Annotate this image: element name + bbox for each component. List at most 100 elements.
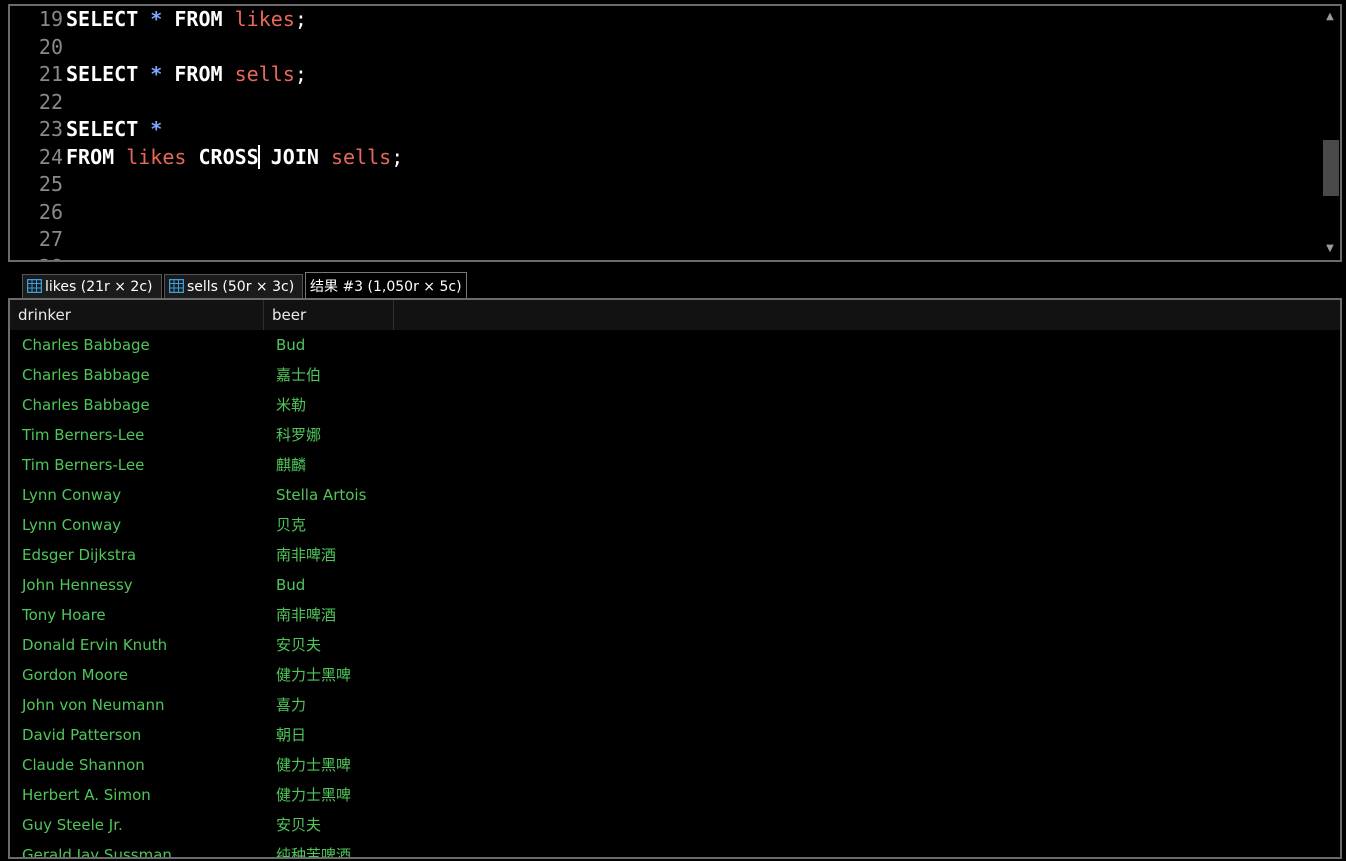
table-row[interactable]: Charles Babbage 嘉士伯 [10, 360, 1340, 390]
cell-beer[interactable]: 纯种苦啤酒 [276, 840, 351, 857]
code-line[interactable]: 19 SELECT * FROM likes; [10, 6, 307, 33]
cell-drinker[interactable]: Lynn Conway [22, 510, 121, 540]
table-row[interactable]: John von Neumann 喜力 [10, 690, 1340, 720]
table-row[interactable]: Donald Ervin Knuth 安贝夫 [10, 630, 1340, 660]
code-token: ; [391, 144, 404, 169]
cell-beer[interactable]: Stella Artois [276, 480, 366, 510]
cell-drinker[interactable]: Charles Babbage [22, 330, 150, 360]
result-tab-label: likes (21r × 2c) [45, 279, 153, 295]
code-line[interactable]: 26 [10, 199, 66, 226]
table-row[interactable]: Tim Berners-Lee 科罗娜 [10, 420, 1340, 450]
line-number: 19 [38, 7, 63, 31]
code-token: FROM [174, 62, 223, 86]
cell-beer[interactable]: 喜力 [276, 690, 306, 720]
table-row[interactable]: Charles Babbage 米勒 [10, 390, 1340, 420]
table-grid-icon [27, 279, 42, 293]
table-row[interactable]: Edsger Dijkstra 南非啤酒 [10, 540, 1340, 570]
scrollbar-thumb[interactable] [1323, 140, 1339, 196]
code-line[interactable]: 27 [10, 226, 66, 253]
cell-beer[interactable]: 健力士黑啤 [276, 750, 351, 780]
column-header-drinker[interactable]: drinker [10, 300, 264, 330]
cell-beer[interactable]: 健力士黑啤 [276, 780, 351, 810]
cell-beer[interactable]: 麒麟 [276, 450, 306, 480]
code-text[interactable]: SELECT * [66, 116, 162, 143]
line-number: 26 [38, 199, 63, 224]
table-row[interactable]: Gerald Jay Sussman 纯种苦啤酒 [10, 840, 1340, 857]
code-token: SELECT [66, 7, 139, 31]
cell-beer[interactable]: Bud [276, 570, 305, 600]
code-token: sells [234, 62, 295, 86]
cell-drinker[interactable]: Guy Steele Jr. [22, 810, 123, 840]
cell-beer[interactable]: 嘉士伯 [276, 360, 321, 390]
table-row[interactable]: David Patterson 朝日 [10, 720, 1340, 750]
cell-drinker[interactable]: Tony Hoare [22, 600, 106, 630]
cell-drinker[interactable]: John von Neumann [22, 690, 165, 720]
code-text[interactable]: FROM likes CROSS JOIN sells; [66, 144, 403, 171]
cell-beer[interactable]: Bud [276, 330, 305, 360]
scroll-down-icon[interactable]: ▼ [1320, 238, 1340, 260]
scroll-up-icon[interactable]: ▲ [1320, 6, 1340, 28]
code-line[interactable]: 24 FROM likes CROSS JOIN sells; [10, 144, 403, 171]
table-row[interactable]: Tim Berners-Lee 麒麟 [10, 450, 1340, 480]
cell-drinker[interactable]: Charles Babbage [22, 390, 150, 420]
cell-drinker[interactable]: John Hennessy [22, 570, 133, 600]
cell-drinker[interactable]: Herbert A. Simon [22, 780, 151, 810]
line-number: 20 [38, 34, 63, 59]
cell-beer[interactable]: 贝克 [276, 510, 306, 540]
cell-beer[interactable]: 南非啤酒 [276, 540, 336, 570]
results-grid[interactable]: drinker beer Charles Babbage Bud Charles B… [8, 298, 1342, 859]
cell-beer[interactable]: 安贝夫 [276, 630, 321, 660]
code-line[interactable]: 25 [10, 171, 66, 198]
table-row[interactable]: Guy Steele Jr. 安贝夫 [10, 810, 1340, 840]
table-row[interactable]: Tony Hoare 南非啤酒 [10, 600, 1340, 630]
cell-drinker[interactable]: Gordon Moore [22, 660, 128, 690]
cell-drinker[interactable]: Donald Ervin Knuth [22, 630, 167, 660]
cell-drinker[interactable]: Edsger Dijkstra [22, 540, 136, 570]
table-row[interactable]: Claude Shannon 健力士黑啤 [10, 750, 1340, 780]
cell-beer[interactable]: 安贝夫 [276, 810, 321, 840]
result-tab-label: sells (50r × 3c) [187, 279, 295, 295]
column-header-beer[interactable]: beer [264, 300, 394, 330]
code-text[interactable]: SELECT * FROM likes; [66, 6, 307, 33]
code-text[interactable]: SELECT * FROM sells; [66, 61, 307, 88]
table-row[interactable]: Charles Babbage Bud [10, 330, 1340, 360]
sql-editor[interactable]: 19 SELECT * FROM likes; 20 21 SELECT * FROM … [8, 4, 1342, 262]
result-tab[interactable]: 结果 #3 (1,050r × 5c) [305, 272, 467, 300]
code-line[interactable]: 21 SELECT * FROM sells; [10, 61, 307, 88]
code-line[interactable]: 22 [10, 89, 66, 116]
grid-rows: Charles Babbage Bud Charles Babbage 嘉士伯 Char… [10, 330, 1340, 857]
code-token: likes [126, 144, 187, 169]
editor-scrollbar[interactable]: ▲ ▼ [1320, 6, 1340, 260]
result-tab[interactable]: sells (50r × 3c) [164, 274, 303, 298]
table-row[interactable]: Lynn Conway 贝克 [10, 510, 1340, 540]
cell-beer[interactable]: 米勒 [276, 390, 306, 420]
cell-drinker[interactable]: Tim Berners-Lee [22, 450, 144, 480]
code-line[interactable]: 20 [10, 34, 66, 61]
cell-beer[interactable]: 朝日 [276, 720, 306, 750]
code-area[interactable]: 19 SELECT * FROM likes; 20 21 SELECT * FROM … [10, 6, 1318, 260]
cell-drinker[interactable]: Claude Shannon [22, 750, 145, 780]
table-row[interactable]: Herbert A. Simon 健力士黑啤 [10, 780, 1340, 810]
cell-beer[interactable]: 健力士黑啤 [276, 660, 351, 690]
cell-drinker[interactable]: Lynn Conway [22, 480, 121, 510]
table-row[interactable]: John Hennessy Bud [10, 570, 1340, 600]
code-line[interactable]: 23 SELECT * [10, 116, 162, 143]
cell-beer[interactable]: 南非啤酒 [276, 600, 336, 630]
code-line[interactable]: 28 [10, 254, 66, 261]
cell-beer[interactable]: 科罗娜 [276, 420, 321, 450]
line-number: 28 [10, 254, 63, 261]
table-row[interactable]: Lynn Conway Stella Artois [10, 480, 1340, 510]
table-row[interactable]: Gordon Moore 健力士黑啤 [10, 660, 1340, 690]
result-tab[interactable]: likes (21r × 2c) [22, 274, 162, 298]
cell-drinker[interactable]: Gerald Jay Sussman [22, 840, 172, 857]
line-number: 25 [38, 172, 63, 196]
cell-drinker[interactable]: Charles Babbage [22, 360, 150, 390]
cell-drinker[interactable]: David Patterson [22, 720, 141, 750]
cell-drinker[interactable]: Tim Berners-Lee [22, 420, 144, 450]
